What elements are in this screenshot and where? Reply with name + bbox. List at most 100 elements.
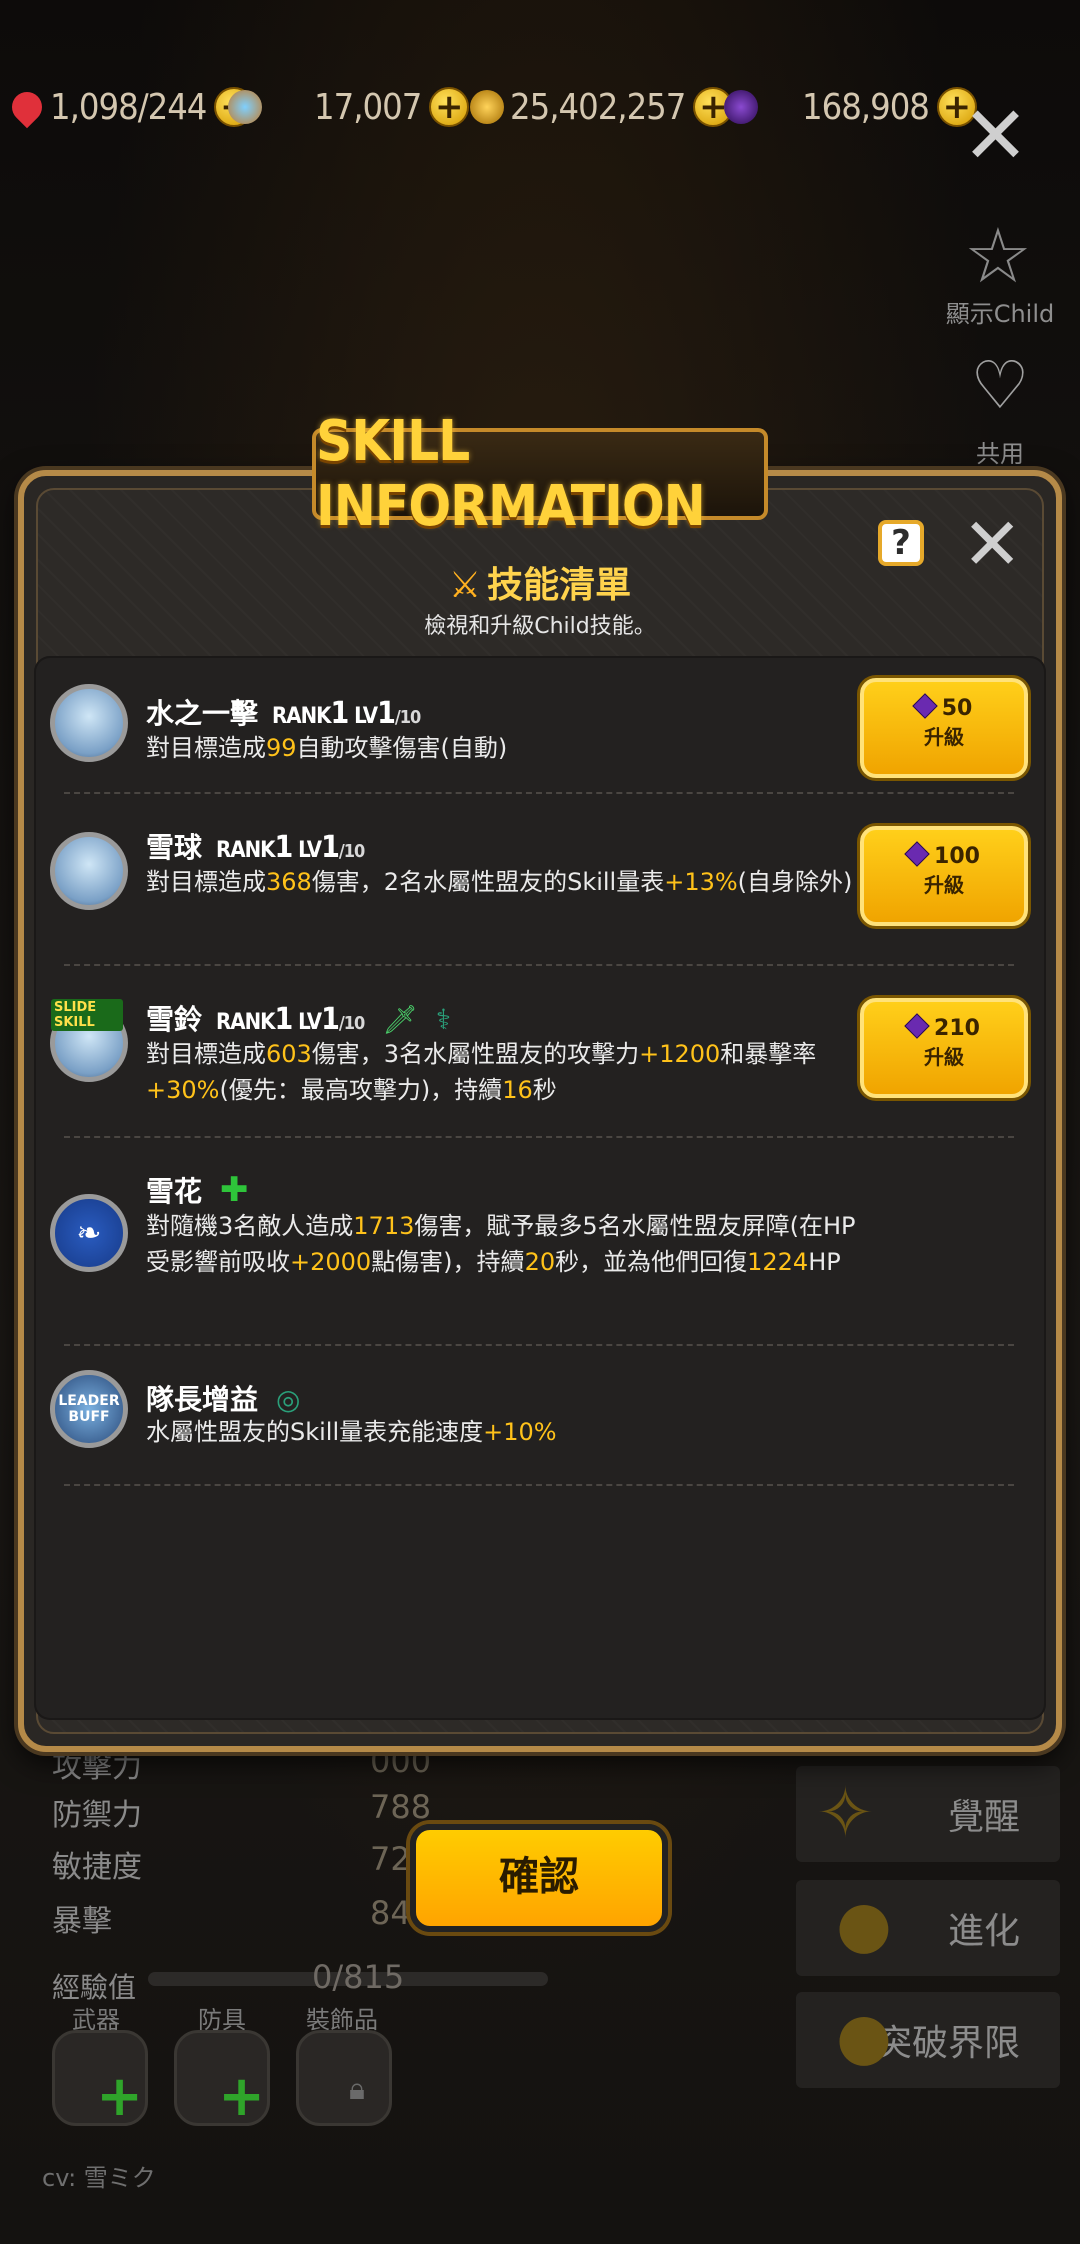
limit-break-button[interactable]: ● 突破界限 [796,1992,1060,2088]
lv-value: 1 [321,1002,340,1037]
heal-plus-icon: ✚ [220,1170,249,1210]
divider [64,1136,1014,1138]
crystal-value: 17,007 [314,86,422,128]
plus-icon: + [96,2064,143,2129]
close-screen-icon[interactable]: ✕ [962,96,1029,176]
exp-value: 0/815 [312,1958,405,1996]
rank-value: 1 [274,1002,293,1037]
upgrade-cost: 100 [934,844,980,869]
stat-value-defense: 788 [370,1788,432,1826]
slide-skill-badge: SLIDE SKILL [51,999,123,1031]
skill-list: 水之一擊 RANK1 LV1/10 對目標造成99自動攻擊傷害(自動) 50 升… [34,656,1046,1720]
skill-avatar [50,684,128,762]
armor-slot[interactable]: + [174,2030,270,2129]
rank-prefix: RANK [272,704,331,729]
heart-icon [5,85,49,129]
gem-counter: 168,908 + [724,82,977,132]
skill-name: 水之一擊 [146,697,259,730]
skill-list-title: 技能清單 [487,565,632,606]
evolve-label: 進化 [947,1911,1020,1952]
skill-rank: RANK1 LV1/10 [272,696,421,731]
crit-buff-icon: ⚕ [435,1003,451,1036]
coin-stack-icon [470,90,504,124]
lv-value: 1 [377,696,396,731]
modal-banner-text: SKILL INFORMATION [316,409,706,539]
skill-avatar: SLIDE SKILL [50,999,128,1082]
rank-value: 1 [330,696,349,731]
star-icon[interactable]: ☆ [958,216,1038,296]
shared-label: 共用 [976,440,1024,468]
skill-avatar [50,832,128,910]
gold-value: 25,402,257 [510,86,686,128]
sword-buff-icon: 🗡︎ [382,1003,418,1036]
upgrade-label: 升級 [924,873,964,897]
skill-description: 水屬性盟友的Skill量表充能速度+10% [146,1418,557,1446]
divider [64,964,1014,966]
plus-icon: + [218,2064,265,2129]
stamina-counter: 1,098/244 + [5,82,255,132]
wings-icon: ✧ [816,1772,875,1854]
skill-name: 隊長增益 [146,1383,259,1416]
weapon-slot[interactable]: + [52,2030,148,2129]
upgrade-button[interactable]: 100 升級 [860,826,1028,926]
heart-outline-icon[interactable]: ♡ [962,348,1038,424]
lv-max: /10 [338,841,365,862]
leader-buff-badge: LEADER BUFF [58,1393,120,1425]
skill-description: 對目標造成99自動攻擊傷害(自動) [146,734,508,762]
divider [64,1484,1014,1486]
skill-list-header: ⚔ 技能清單 [0,556,1080,608]
stat-label-defense: 防禦力 [52,1798,142,1833]
skill-name: 雪花 [146,1175,203,1208]
upgrade-button[interactable]: 50 升級 [860,678,1028,778]
crystal-icon [228,90,262,124]
lv-max: /10 [394,707,421,728]
accessory-slot[interactable]: 🔒︎ [296,2030,392,2126]
voice-actor-credit: cv: 雪ミク [42,2164,156,2192]
upgrade-cost: 50 [941,696,973,721]
lv-prefix: LV [298,838,322,863]
crystal-counter: 17,007 + [228,82,470,132]
sword-icon: ⚔ [448,565,482,606]
skill-description: 對目標造成368傷害，2名水屬性盟友的Skill量表+13%(自身除外) [146,868,853,896]
gem-icon [904,841,930,867]
upgrade-label: 升級 [924,1045,964,1069]
stat-label-crit: 暴擊 [52,1904,112,1939]
skill-description: 對目標造成603傷害，3名水屬性盟友的攻擊力+1200和暴擊率+30%(優先：最… [146,1040,817,1104]
divider [64,1344,1014,1346]
skill-list-subtitle: 檢視和升級Child技能。 [424,614,656,639]
wing-emblem-icon: ❧ [76,1215,102,1251]
currency-bar: 1,098/244 + 17,007 + 25,402,257 + 168,90… [0,82,977,132]
lv-max: /10 [338,1013,365,1034]
limit-break-icon: ● [836,2000,892,2074]
limit-break-label: 突破界限 [875,2023,1020,2064]
gem-icon [911,693,938,719]
modal-banner: SKILL INFORMATION [312,409,768,539]
skill-rank: RANK1 LV1/10 [216,830,365,865]
upgrade-label: 升級 [924,725,964,749]
charge-speed-icon: ◎ [276,1383,301,1416]
confirm-button[interactable]: 確認 [410,1824,668,1932]
rank-prefix: RANK [216,838,275,863]
evolve-icon: ● [836,1888,892,1962]
awaken-button[interactable]: ✧ 覺醒 [796,1766,1060,1862]
gold-counter: 25,402,257 + [470,82,734,132]
skill-rank: RANK1 LV1/10 [216,1002,365,1037]
gem-icon [904,1013,930,1039]
add-crystal-button[interactable]: + [429,87,470,127]
rank-prefix: RANK [216,1010,275,1035]
lock-icon: 🔒︎ [349,2072,365,2107]
lv-prefix: LV [298,1010,322,1035]
rank-value: 1 [274,830,293,865]
evolve-button[interactable]: ● 進化 [796,1880,1060,1976]
upgrade-button[interactable]: 210 升級 [860,998,1028,1098]
skill-name: 雪鈴 [146,1003,203,1036]
lv-prefix: LV [354,704,378,729]
lv-value: 1 [321,830,340,865]
gem-icon [724,90,758,124]
skill-avatar: LEADER BUFF [50,1370,128,1448]
stat-label-agility: 敏捷度 [52,1850,142,1885]
skill-name: 雪球 [146,831,203,864]
show-child-label: 顯示Child [945,300,1055,328]
stamina-value: 1,098/244 [50,86,207,128]
skill-description: 對隨機3名敵人造成1713傷害，賦予最多5名水屬性盟友屏障(在HP受影響前吸收+… [146,1212,856,1276]
